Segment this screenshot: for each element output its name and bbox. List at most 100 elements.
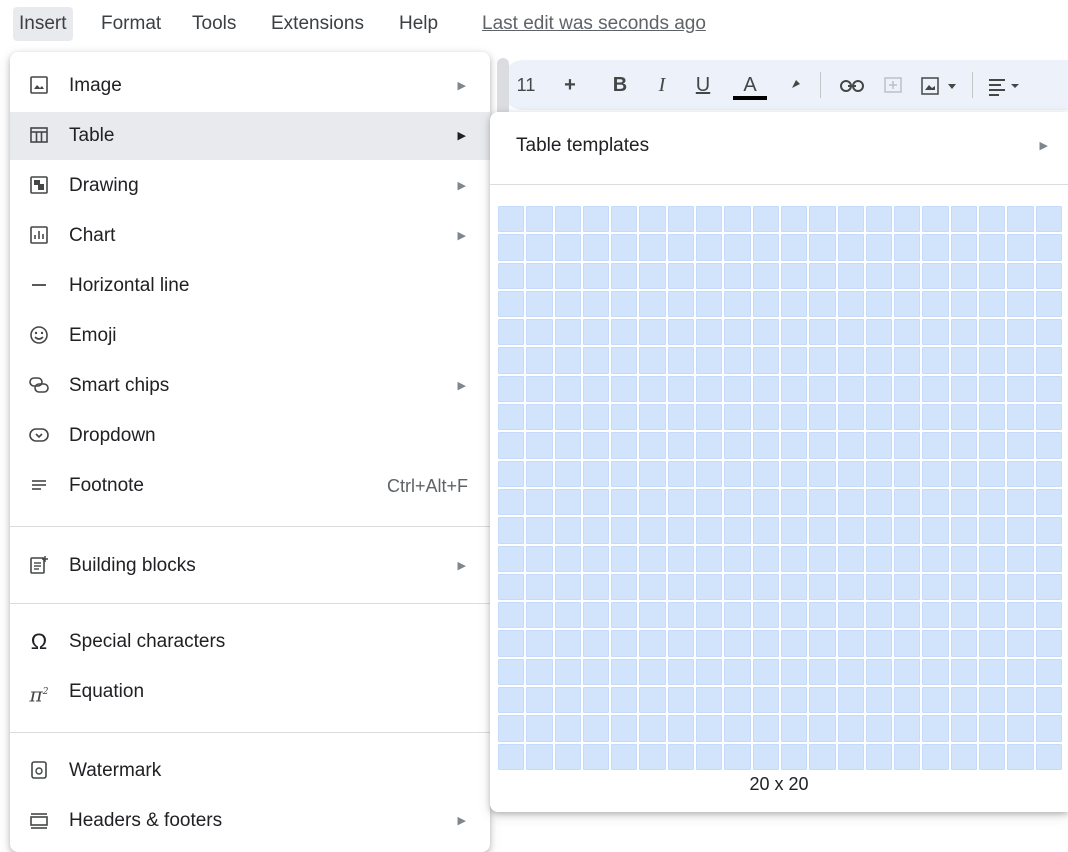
table-grid-cell[interactable] bbox=[837, 234, 864, 261]
table-grid-cell[interactable] bbox=[724, 234, 751, 261]
table-grid-cell[interactable] bbox=[979, 715, 1006, 742]
table-grid-cell[interactable] bbox=[611, 432, 638, 459]
table-grid-cell[interactable] bbox=[1007, 545, 1034, 572]
table-grid-cell[interactable] bbox=[809, 687, 836, 714]
table-grid-cell[interactable] bbox=[498, 262, 525, 289]
table-grid-cell[interactable] bbox=[554, 319, 581, 346]
table-grid-cell[interactable] bbox=[752, 404, 779, 431]
text-color-button[interactable]: A bbox=[733, 60, 767, 110]
table-grid-cell[interactable] bbox=[865, 460, 893, 487]
table-grid-cell[interactable] bbox=[865, 234, 893, 261]
table-grid-cell[interactable] bbox=[611, 206, 638, 233]
menu-tools[interactable]: Tools bbox=[192, 7, 236, 41]
table-grid-cell[interactable] bbox=[611, 545, 638, 572]
table-grid-cell[interactable] bbox=[1007, 687, 1034, 714]
table-size-grid[interactable] bbox=[498, 206, 1068, 772]
table-grid-cell[interactable] bbox=[696, 488, 723, 516]
table-grid-cell[interactable] bbox=[1007, 319, 1034, 346]
table-grid-cell[interactable] bbox=[554, 545, 581, 572]
table-grid-cell[interactable] bbox=[752, 234, 779, 261]
table-grid-cell[interactable] bbox=[582, 262, 610, 289]
table-grid-cell[interactable] bbox=[894, 715, 921, 742]
table-grid-cell[interactable] bbox=[752, 658, 779, 686]
menu-item-footnote[interactable]: Footnote Ctrl+Alt+F bbox=[10, 462, 490, 510]
table-grid-cell[interactable] bbox=[837, 460, 864, 487]
table-grid-cell[interactable] bbox=[526, 375, 553, 403]
table-grid-cell[interactable] bbox=[894, 630, 921, 657]
table-grid-cell[interactable] bbox=[611, 347, 638, 374]
table-grid-cell[interactable] bbox=[780, 206, 808, 233]
table-grid-cell[interactable] bbox=[1035, 715, 1062, 742]
table-grid-cell[interactable] bbox=[498, 290, 525, 318]
table-grid-cell[interactable] bbox=[837, 432, 864, 459]
table-grid-cell[interactable] bbox=[894, 234, 921, 261]
table-grid-cell[interactable] bbox=[922, 319, 949, 346]
table-grid-cell[interactable] bbox=[724, 545, 751, 572]
table-grid-cell[interactable] bbox=[554, 488, 581, 516]
table-grid-cell[interactable] bbox=[752, 517, 779, 544]
table-grid-cell[interactable] bbox=[837, 602, 864, 629]
table-grid-cell[interactable] bbox=[667, 347, 695, 374]
table-grid-cell[interactable] bbox=[639, 319, 666, 346]
table-grid-cell[interactable] bbox=[894, 602, 921, 629]
table-grid-cell[interactable] bbox=[922, 206, 949, 233]
table-grid-cell[interactable] bbox=[1035, 290, 1062, 318]
table-grid-cell[interactable] bbox=[752, 347, 779, 374]
table-templates-item[interactable]: Table templates bbox=[516, 112, 649, 180]
table-grid-cell[interactable] bbox=[950, 658, 978, 686]
table-grid-cell[interactable] bbox=[1035, 630, 1062, 657]
table-grid-cell[interactable] bbox=[865, 262, 893, 289]
table-grid-cell[interactable] bbox=[639, 262, 666, 289]
table-grid-cell[interactable] bbox=[554, 262, 581, 289]
table-grid-cell[interactable] bbox=[752, 573, 779, 601]
table-grid-cell[interactable] bbox=[724, 206, 751, 233]
table-grid-cell[interactable] bbox=[780, 290, 808, 318]
table-grid-cell[interactable] bbox=[611, 743, 638, 770]
table-grid-cell[interactable] bbox=[837, 715, 864, 742]
table-grid-cell[interactable] bbox=[837, 545, 864, 572]
table-grid-cell[interactable] bbox=[724, 290, 751, 318]
table-grid-cell[interactable] bbox=[639, 687, 666, 714]
table-grid-cell[interactable] bbox=[752, 375, 779, 403]
table-grid-cell[interactable] bbox=[696, 290, 723, 318]
table-grid-cell[interactable] bbox=[1035, 347, 1062, 374]
table-grid-cell[interactable] bbox=[837, 573, 864, 601]
table-grid-cell[interactable] bbox=[1035, 602, 1062, 629]
table-grid-cell[interactable] bbox=[922, 743, 949, 770]
table-grid-cell[interactable] bbox=[554, 658, 581, 686]
table-grid-cell[interactable] bbox=[582, 602, 610, 629]
table-grid-cell[interactable] bbox=[1007, 460, 1034, 487]
table-grid-cell[interactable] bbox=[950, 375, 978, 403]
table-grid-cell[interactable] bbox=[582, 432, 610, 459]
table-grid-cell[interactable] bbox=[837, 206, 864, 233]
highlight-pen-icon[interactable] bbox=[782, 60, 806, 110]
table-grid-cell[interactable] bbox=[950, 573, 978, 601]
table-grid-cell[interactable] bbox=[582, 658, 610, 686]
table-grid-cell[interactable] bbox=[639, 715, 666, 742]
table-grid-cell[interactable] bbox=[837, 743, 864, 770]
table-grid-cell[interactable] bbox=[894, 290, 921, 318]
table-grid-cell[interactable] bbox=[950, 347, 978, 374]
table-grid-cell[interactable] bbox=[1007, 290, 1034, 318]
table-grid-cell[interactable] bbox=[780, 545, 808, 572]
table-grid-cell[interactable] bbox=[894, 319, 921, 346]
table-grid-cell[interactable] bbox=[526, 687, 553, 714]
italic-button[interactable]: I bbox=[650, 60, 674, 110]
table-grid-cell[interactable] bbox=[979, 432, 1006, 459]
table-grid-cell[interactable] bbox=[498, 404, 525, 431]
table-grid-cell[interactable] bbox=[611, 687, 638, 714]
table-grid-cell[interactable] bbox=[837, 347, 864, 374]
table-grid-cell[interactable] bbox=[639, 488, 666, 516]
table-grid-cell[interactable] bbox=[582, 404, 610, 431]
table-grid-cell[interactable] bbox=[526, 545, 553, 572]
table-grid-cell[interactable] bbox=[724, 630, 751, 657]
menu-extensions[interactable]: Extensions bbox=[271, 7, 364, 41]
table-grid-cell[interactable] bbox=[1035, 687, 1062, 714]
table-grid-cell[interactable] bbox=[950, 517, 978, 544]
table-grid-cell[interactable] bbox=[1035, 460, 1062, 487]
table-grid-cell[interactable] bbox=[865, 687, 893, 714]
table-grid-cell[interactable] bbox=[1035, 404, 1062, 431]
table-grid-cell[interactable] bbox=[498, 573, 525, 601]
table-grid-cell[interactable] bbox=[865, 290, 893, 318]
table-grid-cell[interactable] bbox=[639, 573, 666, 601]
